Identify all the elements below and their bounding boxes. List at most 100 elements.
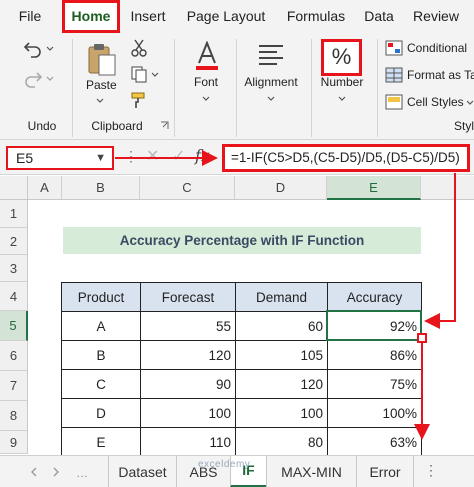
row-header-1[interactable]: 1: [0, 200, 28, 228]
select-all-corner[interactable]: [0, 176, 28, 200]
ribbon: Undo Paste Clipboard Font Alignment % Nu…: [0, 33, 474, 140]
tab-page-layout[interactable]: Page Layout: [182, 0, 270, 33]
product-cell[interactable]: E: [61, 427, 141, 457]
column-header-b[interactable]: B: [62, 176, 140, 200]
chevron-down-icon[interactable]: [46, 45, 54, 53]
accuracy-table: Product Forecast Demand Accuracy A 55 60…: [61, 282, 422, 457]
alignment-icon[interactable]: [257, 43, 285, 69]
chevron-down-icon[interactable]: [151, 71, 159, 79]
forecast-cell[interactable]: 120: [140, 340, 236, 370]
ribbon-separator: [377, 39, 378, 137]
demand-cell[interactable]: 100: [235, 398, 328, 428]
product-cell[interactable]: A: [61, 311, 141, 341]
styles-group-label: Styl: [454, 119, 474, 133]
product-cell[interactable]: C: [61, 369, 141, 399]
chevron-down-icon[interactable]: [338, 95, 346, 103]
cell-styles-icon[interactable]: [385, 94, 403, 110]
alignment-group-label[interactable]: Alignment: [240, 75, 302, 89]
sheet-tab-error[interactable]: Error: [356, 456, 414, 487]
number-format-button[interactable]: %: [321, 39, 362, 76]
column-header-a[interactable]: A: [28, 176, 62, 200]
column-header-blank[interactable]: [421, 176, 474, 200]
redo-icon[interactable]: [22, 69, 44, 89]
table-row: A 55 60 92%: [61, 311, 422, 341]
ribbon-separator: [174, 39, 175, 137]
table-row: B 120 105 86%: [61, 340, 422, 370]
accuracy-cell[interactable]: 63%: [327, 427, 422, 457]
demand-cell[interactable]: 105: [235, 340, 328, 370]
accuracy-cell[interactable]: 92%: [327, 311, 422, 341]
chevron-down-icon[interactable]: [96, 97, 104, 105]
column-header-e[interactable]: E: [327, 176, 421, 200]
column-header-c[interactable]: C: [140, 176, 235, 200]
tab-formulas[interactable]: Formulas: [280, 0, 352, 33]
more-options-icon[interactable]: ⋮: [124, 148, 138, 165]
chevron-down-icon[interactable]: [267, 95, 275, 103]
row-header-2[interactable]: 2: [0, 228, 28, 255]
chevron-down-icon[interactable]: [202, 95, 210, 103]
conditional-formatting-button[interactable]: Conditional: [407, 41, 467, 55]
column-header-d[interactable]: D: [235, 176, 327, 200]
sheet-tab-dataset[interactable]: Dataset: [108, 456, 176, 487]
forecast-cell[interactable]: 90: [140, 369, 236, 399]
row-header-6[interactable]: 6: [0, 341, 28, 371]
tab-home[interactable]: Home: [62, 0, 120, 33]
paste-icon[interactable]: [86, 41, 118, 77]
undo-group-label: Undo: [27, 119, 57, 133]
header-product[interactable]: Product: [61, 282, 141, 312]
chevron-down-icon[interactable]: ▼: [95, 148, 106, 168]
fill-handle[interactable]: [417, 333, 427, 343]
format-as-table-icon[interactable]: [385, 67, 403, 83]
chevron-down-icon[interactable]: [467, 99, 474, 107]
table-row: E 110 80 63%: [61, 427, 422, 457]
formula-input[interactable]: =1-IF(C5>D5,(C5-D5)/D5,(D5-C5)/D5): [222, 144, 470, 172]
accuracy-cell[interactable]: 100%: [327, 398, 422, 428]
header-forecast[interactable]: Forecast: [140, 282, 236, 312]
copy-icon[interactable]: [130, 65, 148, 83]
dialog-launcher-icon[interactable]: [160, 121, 169, 130]
font-group-label[interactable]: Font: [186, 75, 226, 89]
row-header-4[interactable]: 4: [0, 282, 28, 311]
tab-file[interactable]: File: [12, 0, 48, 33]
accuracy-cell[interactable]: 75%: [327, 369, 422, 399]
product-cell[interactable]: D: [61, 398, 141, 428]
tab-data[interactable]: Data: [360, 0, 398, 33]
tab-insert[interactable]: Insert: [124, 0, 172, 33]
accuracy-cell[interactable]: 86%: [327, 340, 422, 370]
format-as-table-button[interactable]: Format as Ta: [407, 68, 474, 82]
enter-icon[interactable]: ✓: [172, 146, 185, 166]
demand-cell[interactable]: 60: [235, 311, 328, 341]
format-painter-icon[interactable]: [130, 91, 148, 109]
insert-function-icon[interactable]: fx: [195, 146, 210, 165]
row-header-3[interactable]: 3: [0, 255, 28, 282]
scroll-right-icon[interactable]: [52, 467, 60, 477]
demand-cell[interactable]: 120: [235, 369, 328, 399]
conditional-formatting-icon[interactable]: [385, 40, 403, 56]
row-header-8[interactable]: 8: [0, 401, 28, 431]
forecast-cell[interactable]: 100: [140, 398, 236, 428]
scroll-left-icon[interactable]: [30, 467, 38, 477]
cancel-icon[interactable]: ✕: [146, 146, 159, 166]
forecast-cell[interactable]: 55: [140, 311, 236, 341]
undo-icon[interactable]: [22, 39, 44, 59]
demand-cell[interactable]: 80: [235, 427, 328, 457]
cell-styles-button[interactable]: Cell Styles: [407, 95, 464, 109]
tab-review[interactable]: Review: [408, 0, 464, 33]
header-accuracy[interactable]: Accuracy: [327, 282, 422, 312]
row-header-5[interactable]: 5: [0, 311, 28, 341]
number-group-label[interactable]: Number: [314, 75, 370, 89]
font-icon[interactable]: [194, 41, 220, 71]
cut-icon[interactable]: [130, 39, 148, 57]
paste-button-label[interactable]: Paste: [86, 78, 117, 92]
name-box[interactable]: E5 ▼: [6, 146, 114, 170]
more-sheets-icon[interactable]: …: [76, 466, 88, 480]
product-cell[interactable]: B: [61, 340, 141, 370]
chevron-down-icon[interactable]: [46, 75, 54, 83]
row-header-7[interactable]: 7: [0, 371, 28, 401]
row-header-9[interactable]: 9: [0, 431, 28, 454]
more-options-icon[interactable]: ⋮: [424, 462, 438, 479]
header-demand[interactable]: Demand: [235, 282, 328, 312]
sheet-tab-max-min[interactable]: MAX-MIN: [266, 456, 356, 487]
forecast-cell[interactable]: 110: [140, 427, 236, 457]
percent-icon: %: [331, 44, 352, 69]
